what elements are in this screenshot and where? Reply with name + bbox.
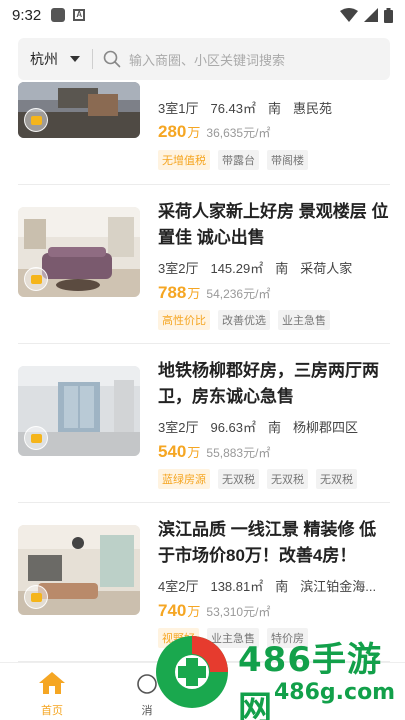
listing-tags: 无增值税 带露台 带阁楼 — [158, 150, 308, 170]
listing-title: 地铁杨柳郡好房，三房两厅两卫，房东诚心急售 — [158, 361, 379, 406]
vr-badge-icon — [24, 267, 48, 291]
listing-item[interactable]: 采荷人家新上好房 景观楼层 位置佳 诚心出售 3室2厅 145.29㎡南采荷人家 … — [0, 185, 405, 343]
battery-icon — [384, 7, 393, 23]
tag: 无双税 — [218, 469, 259, 489]
app-notification-icon: A — [73, 9, 86, 21]
listing-title: 采荷人家新上好房 景观楼层 位置佳 诚心出售 — [158, 202, 389, 247]
tag: 带露台 — [218, 150, 259, 170]
tag: 蓝绿房源 — [158, 469, 210, 489]
listing-item[interactable]: 地铁杨柳郡好房，三房两厅两卫，房东诚心急售 3室2厅 96.63㎡南杨柳郡四区 5… — [0, 344, 405, 502]
listing-photo — [18, 525, 140, 615]
status-bar: 9:32 A — [0, 0, 405, 30]
tag: 高性价比 — [158, 310, 210, 330]
watermark-url: 486g.com — [274, 680, 396, 705]
watermark-logo — [156, 636, 228, 708]
signal-icon — [364, 8, 378, 22]
tag: 无双税 — [316, 469, 357, 489]
vr-badge-icon — [24, 108, 48, 132]
vr-badge-icon — [24, 426, 48, 450]
listing-tags: 蓝绿房源 无双税 无双税 无双税 — [158, 469, 357, 489]
search-bar: 杭州 输入商圈、小区关键词搜索 — [18, 38, 390, 80]
listing-price: 540万 55,883元/㎡ — [158, 442, 271, 461]
listing-tags: 高性价比 改善优选 业主急售 — [158, 310, 330, 330]
tag: 带阁楼 — [267, 150, 308, 170]
tag: 业主急售 — [278, 310, 330, 330]
tag: 无双税 — [267, 469, 308, 489]
wifi-icon — [340, 8, 358, 22]
search-divider — [92, 49, 93, 69]
watermark-brand: 486手游网 — [238, 640, 382, 720]
listing-item[interactable]: 3室1厅 76.43㎡南惠民苑 280万 36,635元/㎡ 无增值税 带露台 带阁… — [0, 82, 405, 184]
listing-photo — [18, 82, 140, 138]
tab-home-label: 首页 — [41, 705, 63, 717]
listing-photo — [18, 366, 140, 456]
watermark: 486手游网 486g.com — [150, 628, 405, 720]
vr-badge-icon — [24, 585, 48, 609]
search-icon — [103, 50, 121, 68]
tag: 无增值税 — [158, 150, 210, 170]
listing-meta: 3室2厅 145.29㎡南采荷人家 — [158, 261, 353, 276]
home-icon — [39, 672, 65, 694]
listing-meta: 3室2厅 96.63㎡南杨柳郡四区 — [158, 420, 359, 435]
notification-icon — [51, 8, 66, 22]
listing-price: 740万 53,310元/㎡ — [158, 601, 271, 620]
tag: 改善优选 — [218, 310, 270, 330]
listing-list: 3室1厅 76.43㎡南惠民苑 280万 36,635元/㎡ 无增值税 带露台 带阁… — [0, 82, 405, 662]
listing-photo — [18, 207, 140, 297]
tab-home[interactable]: 首页 — [30, 671, 74, 718]
city-selector[interactable]: 杭州 — [18, 49, 80, 69]
listing-title: 滨江品质 一线江景 精装修 低于市场价80万！改善4房！ — [158, 520, 377, 565]
listing-price: 788万 54,236元/㎡ — [158, 283, 271, 302]
dropdown-arrow-icon — [70, 56, 80, 62]
listing-meta: 4室2厅 138.81㎡南滨江铂金海... — [158, 579, 377, 594]
status-time: 9:32 — [12, 6, 42, 24]
listing-price: 280万 36,635元/㎡ — [158, 122, 271, 141]
search-input[interactable]: 输入商圈、小区关键词搜索 — [129, 50, 285, 69]
listing-meta: 3室1厅 76.43㎡南惠民苑 — [158, 101, 333, 116]
city-label: 杭州 — [30, 51, 58, 67]
